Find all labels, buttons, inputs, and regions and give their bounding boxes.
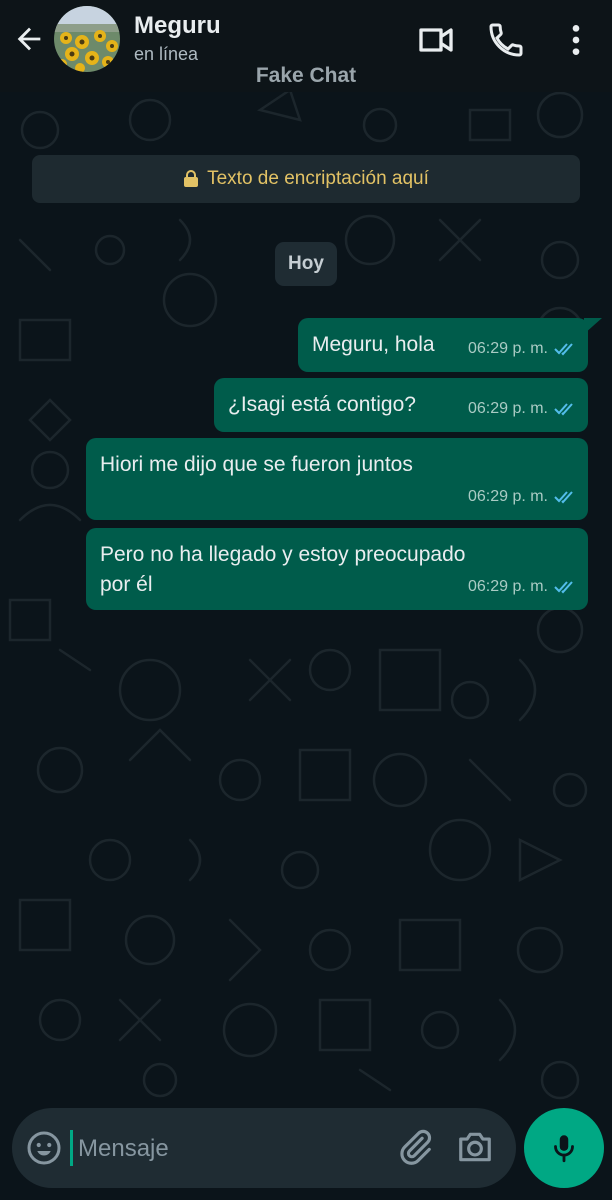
text-cursor bbox=[70, 1130, 73, 1166]
message-composer bbox=[12, 1108, 516, 1188]
message-text: ¿Isagi está contigo? bbox=[228, 393, 416, 416]
message-text-line: Pero no ha llegado y estoy preocupado bbox=[100, 543, 466, 566]
camera-icon[interactable] bbox=[456, 1128, 494, 1166]
message-text: Pero no ha llegado y estoy preocupado po… bbox=[100, 540, 465, 600]
contact-status: en línea bbox=[134, 44, 199, 64]
phone-icon[interactable] bbox=[486, 20, 526, 60]
contact-name[interactable]: Meguru bbox=[134, 12, 221, 40]
double-check-icon bbox=[554, 491, 573, 504]
outgoing-message[interactable]: ¿Isagi está contigo? 06:29 p. m. bbox=[214, 378, 588, 432]
message-meta: 06:29 p. m. bbox=[468, 334, 576, 364]
encryption-notice[interactable]: Texto de encriptación aquí bbox=[32, 155, 580, 203]
bubble-tail bbox=[584, 318, 602, 334]
date-chip: Hoy bbox=[275, 242, 337, 286]
message-text: Meguru, hola bbox=[312, 333, 435, 356]
outgoing-message[interactable]: Hiori me dijo que se fueron juntos 06:29… bbox=[86, 438, 588, 520]
message-time: 06:29 p. m. bbox=[467, 488, 548, 505]
mic-button[interactable] bbox=[524, 1108, 604, 1188]
double-check-icon bbox=[554, 343, 573, 356]
message-input[interactable] bbox=[76, 1126, 380, 1172]
message-time: 06:29 p. m. bbox=[467, 340, 548, 357]
mic-icon bbox=[554, 1135, 574, 1163]
outgoing-message[interactable]: Pero no ha llegado y estoy preocupado po… bbox=[86, 528, 588, 610]
message-text-line: por él bbox=[100, 573, 153, 596]
video-call-icon[interactable] bbox=[416, 20, 456, 60]
message-time: 06:29 p. m. bbox=[467, 400, 548, 417]
outgoing-message[interactable]: Meguru, hola 06:29 p. m. bbox=[298, 318, 588, 372]
message-meta: 06:29 p. m. bbox=[468, 482, 576, 512]
lock-icon bbox=[183, 170, 199, 188]
double-check-icon bbox=[554, 581, 573, 594]
encryption-notice-text: Texto de encriptación aquí bbox=[207, 168, 429, 189]
contact-avatar[interactable] bbox=[54, 6, 120, 72]
more-vert-icon[interactable] bbox=[556, 20, 596, 60]
fake-chat-watermark: Fake Chat bbox=[255, 64, 357, 87]
double-check-icon bbox=[554, 403, 573, 416]
message-time: 06:29 p. m. bbox=[467, 578, 548, 595]
emoji-icon[interactable] bbox=[26, 1130, 62, 1166]
message-text: Hiori me dijo que se fueron juntos bbox=[100, 453, 413, 476]
attach-icon[interactable] bbox=[396, 1128, 434, 1166]
arrow-left-icon[interactable] bbox=[12, 22, 46, 56]
message-meta: 06:29 p. m. bbox=[468, 572, 576, 602]
message-meta: 06:29 p. m. bbox=[468, 394, 576, 424]
